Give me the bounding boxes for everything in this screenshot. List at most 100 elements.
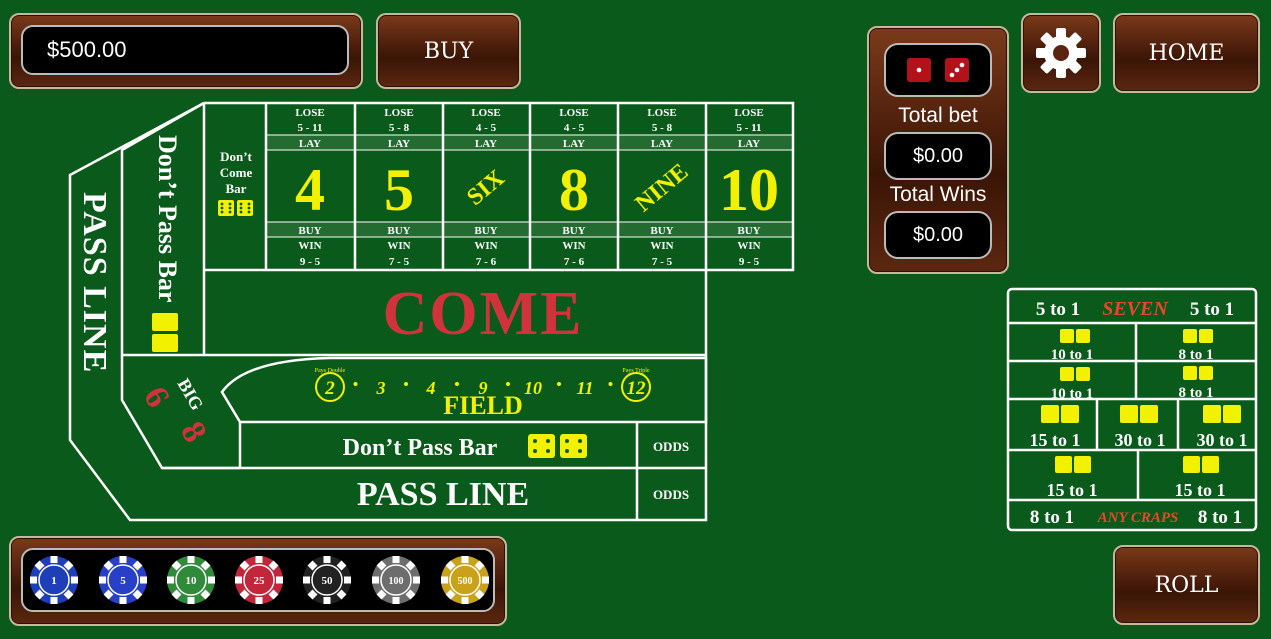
field-number: 2 <box>324 378 335 399</box>
chip-tray: 1 5 10 25 50 100 500 <box>9 536 507 626</box>
lose-odds: 4 - 5 <box>564 122 585 134</box>
chip-25[interactable]: 25 <box>235 556 283 604</box>
come-label: COME <box>383 280 584 348</box>
buy-label: BUY <box>562 225 585 237</box>
field-dot <box>608 382 613 386</box>
buy-label: BUY <box>298 225 321 237</box>
twelve-odds: 30 to 1 <box>1197 430 1248 450</box>
field-number: 12 <box>627 378 647 399</box>
place-number-2[interactable]: 5 <box>384 157 414 223</box>
eleven-right-odds: 15 to 1 <box>1175 480 1226 500</box>
field-dot <box>404 382 408 386</box>
seven-right-odds: 5 to 1 <box>1190 299 1234 320</box>
lay-label: LAY <box>475 138 497 150</box>
win-label: WIN <box>650 240 673 252</box>
buy-label: BUY <box>650 225 673 237</box>
dont-pass-vertical-dice-icon <box>152 313 178 352</box>
big-six-label: 6 <box>136 381 177 414</box>
buy-strip <box>267 222 792 237</box>
buy-label: BUY <box>474 225 497 237</box>
big-label: BIG <box>174 375 208 414</box>
field-dot <box>506 382 510 386</box>
lay-label: LAY <box>299 138 321 150</box>
place-number-3[interactable]: SIX <box>462 165 510 211</box>
lose-odds: 5 - 11 <box>736 122 761 134</box>
hard-six-odds: 8 to 1 <box>1179 385 1214 401</box>
chip-500[interactable]: 500 <box>441 556 489 604</box>
lay-strip <box>267 135 792 150</box>
lay-label: LAY <box>388 138 410 150</box>
dont-pass-bar-label: Don’t Pass Bar <box>343 435 498 461</box>
win-odds: 7 - 5 <box>652 256 673 268</box>
dont-pass-bar-vertical-label: Don’t Pass Bar <box>153 135 182 303</box>
seven-label: SEVEN <box>1102 298 1169 320</box>
chip-value: 50 <box>322 575 334 587</box>
win-label: WIN <box>474 240 497 252</box>
three-odds: 15 to 1 <box>1030 430 1081 450</box>
chip-rack: 1 5 10 25 50 100 500 <box>21 548 495 612</box>
big-eight-label: 8 <box>173 416 214 449</box>
lose-label: LOSE <box>647 107 676 119</box>
chip-value: 100 <box>389 576 404 587</box>
chip-value: 25 <box>254 575 266 587</box>
chip-50[interactable]: 50 <box>303 556 351 604</box>
field-dot <box>353 382 358 386</box>
chip-value: 1 <box>51 575 57 587</box>
place-number-6[interactable]: 10 <box>719 157 779 223</box>
win-label: WIN <box>387 240 410 252</box>
win-odds: 7 - 6 <box>564 256 585 268</box>
win-label: WIN <box>562 240 585 252</box>
any-craps-label: ANY CRAPS <box>1097 510 1179 526</box>
buy-label: BUY <box>387 225 410 237</box>
seven-left-odds: 5 to 1 <box>1036 299 1080 320</box>
buy-label: BUY <box>737 225 760 237</box>
field-dot <box>557 382 561 386</box>
chip-value: 500 <box>458 576 473 587</box>
chip-100[interactable]: 100 <box>372 556 420 604</box>
lose-label: LOSE <box>559 107 588 119</box>
field-number: 4 <box>426 378 436 398</box>
lose-odds: 5 - 8 <box>652 122 673 134</box>
win-odds: 7 - 5 <box>389 256 410 268</box>
craps-left-odds: 8 to 1 <box>1030 507 1074 528</box>
eleven-left-odds: 15 to 1 <box>1047 480 1098 500</box>
field-pays-triple: Pays Triple <box>622 368 650 374</box>
win-odds: 7 - 6 <box>476 256 497 268</box>
chip-10[interactable]: 10 <box>167 556 215 604</box>
chip-value: 5 <box>120 575 126 587</box>
lose-label: LOSE <box>295 107 324 119</box>
win-label: WIN <box>298 240 321 252</box>
dont-come-dice-icon <box>218 200 253 216</box>
chip-rack-svg: 1 5 10 25 50 100 500 <box>30 556 489 604</box>
pass-line-label: PASS LINE <box>357 476 529 513</box>
dont-pass-dice-icon <box>528 434 587 458</box>
lay-label: LAY <box>651 138 673 150</box>
place-number-5[interactable]: NINE <box>631 159 694 217</box>
field-pays-double: Pays Double <box>315 368 346 374</box>
hard-eight-odds: 8 to 1 <box>1179 347 1214 363</box>
place-number-4[interactable]: 8 <box>559 157 589 223</box>
lose-label: LOSE <box>471 107 500 119</box>
odds-label: ODDS <box>653 439 689 454</box>
lay-label: LAY <box>563 138 585 150</box>
dont-come-label: Don’t <box>220 149 252 164</box>
craps-right-odds: 8 to 1 <box>1198 507 1242 528</box>
roll-button[interactable]: ROLL <box>1113 545 1260 625</box>
win-odds: 9 - 5 <box>300 256 321 268</box>
pass-line-vertical-label: PASS LINE <box>76 192 113 373</box>
dont-come-label: Bar <box>226 181 247 196</box>
odds-label: ODDS <box>653 487 689 502</box>
hard-four-odds: 10 to 1 <box>1051 386 1094 402</box>
field-number: 11 <box>576 378 593 398</box>
lose-odds: 5 - 8 <box>389 122 410 134</box>
field-label: FIELD <box>443 391 522 420</box>
place-number-1[interactable]: 4 <box>295 157 325 223</box>
field-number: 10 <box>524 378 542 398</box>
field-number: 3 <box>376 378 386 398</box>
win-label: WIN <box>737 240 760 252</box>
field-dot <box>455 382 459 386</box>
lose-odds: 4 - 5 <box>476 122 497 134</box>
chip-1[interactable]: 1 <box>30 556 78 604</box>
lose-odds: 5 - 11 <box>297 122 322 134</box>
chip-5[interactable]: 5 <box>99 556 147 604</box>
